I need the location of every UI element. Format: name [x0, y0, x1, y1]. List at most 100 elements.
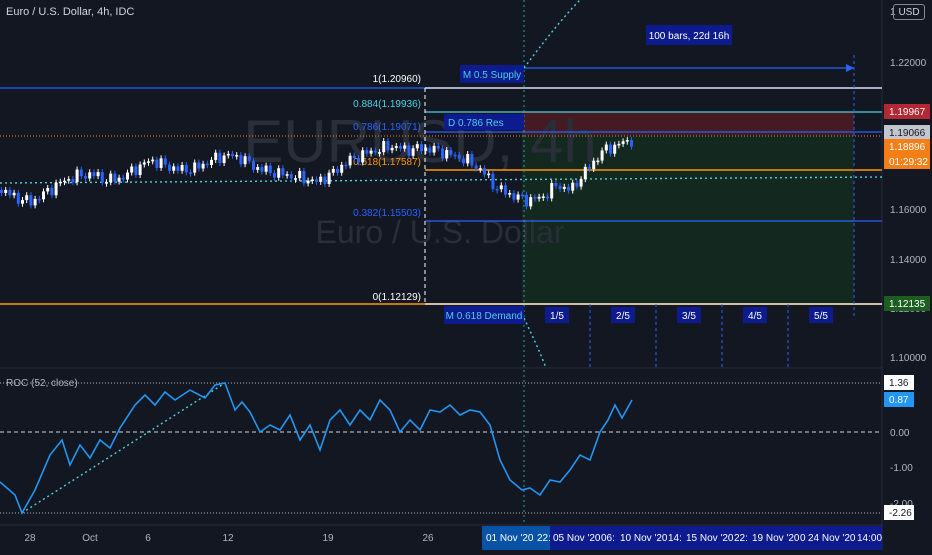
candle-body — [226, 153, 230, 156]
candle-body — [117, 177, 121, 182]
candle-body — [436, 145, 440, 149]
candle-body — [319, 176, 323, 182]
candle-body — [466, 153, 470, 164]
candle-body — [441, 148, 444, 159]
candle-body — [625, 140, 629, 142]
candle-body — [180, 165, 184, 171]
candle-body — [126, 172, 129, 180]
price-tick: 1.16000 — [890, 205, 927, 216]
candle-body — [79, 169, 83, 177]
roc-badge-label: 0.87 — [889, 395, 909, 406]
candle-body — [348, 155, 352, 166]
candle-body — [567, 186, 570, 191]
candle-body — [495, 189, 499, 191]
candle-body — [189, 172, 192, 174]
candle-body — [365, 150, 369, 154]
candle-body — [424, 147, 428, 152]
time-range-label: 15 Nov '20 — [686, 533, 734, 544]
price-badge-label: 1.12135 — [889, 299, 926, 310]
candle-body — [197, 162, 201, 169]
candle-body — [273, 173, 276, 178]
time-range-label: 01 Nov '20 — [486, 533, 534, 544]
candle-body — [29, 195, 33, 206]
candle-body — [12, 192, 16, 196]
candle-body — [390, 147, 394, 151]
candle-body — [474, 165, 478, 169]
time-range-label: 19 Nov '20 — [752, 533, 800, 544]
candle-body — [75, 169, 79, 183]
candle-body — [516, 194, 520, 200]
demand-label: M 0.618 Demand — [446, 311, 523, 322]
candle-body — [352, 155, 356, 158]
candle-body — [512, 192, 516, 200]
time-range-label: 22: — [537, 533, 551, 544]
roc-indicator-label[interactable]: ROC (52, close) — [6, 378, 78, 389]
candle-body — [609, 144, 612, 154]
candle-body — [222, 155, 226, 164]
candle-body — [588, 166, 591, 170]
candle-body — [84, 176, 87, 179]
candle-body — [554, 183, 558, 186]
candle-body — [617, 143, 621, 146]
candle-body — [239, 155, 243, 165]
candle-body — [159, 158, 163, 168]
price-chart-canvas[interactable]: EURUSD, 4h Euro / U.S. Dollar 100 bars, … — [0, 0, 932, 550]
time-tick: 19 — [322, 533, 334, 544]
candle-body — [558, 185, 562, 189]
candle-body — [344, 164, 348, 167]
candle-body — [327, 172, 331, 184]
candle-body — [247, 156, 251, 161]
supply-label: M 0.5 Supply — [463, 70, 521, 81]
fraction-label: 1/5 — [550, 311, 564, 322]
candle-body — [403, 145, 407, 149]
candle-body — [176, 166, 180, 171]
candle-body — [105, 182, 108, 184]
candle-body — [88, 172, 92, 179]
time-range-label: 14:00 — [857, 533, 882, 544]
candle-body — [478, 168, 482, 170]
candle-body — [382, 141, 386, 153]
candle-body — [537, 196, 541, 199]
price-badge-label: 1.19967 — [889, 107, 926, 118]
candle-body — [134, 166, 138, 175]
candle-body — [487, 173, 491, 176]
fib-label: 0.884(1.19936) — [353, 99, 421, 110]
time-tick: Oct — [82, 533, 98, 544]
range-box-label: 100 bars, 22d 16h — [649, 31, 730, 42]
fraction-label: 4/5 — [748, 311, 762, 322]
candle-body — [37, 198, 41, 201]
candle-body — [142, 162, 146, 165]
candle-body — [231, 153, 234, 156]
candle-body — [210, 159, 213, 165]
time-tick: 26 — [422, 533, 434, 544]
candle-body — [285, 174, 289, 176]
time-range-label: 06: — [601, 533, 615, 544]
candle-body — [172, 166, 176, 171]
candle-body — [138, 164, 142, 175]
candle-body — [420, 144, 423, 152]
candle-body — [323, 176, 327, 184]
candle-body — [504, 185, 507, 195]
candle-body — [331, 168, 335, 173]
candle-body — [46, 187, 50, 192]
candle-body — [54, 182, 58, 196]
candle-body — [306, 180, 310, 184]
price-tick: 1.22000 — [890, 58, 927, 69]
candle-body — [33, 198, 37, 206]
roc-badge-label: -2.26 — [889, 508, 912, 519]
candle-body — [369, 150, 373, 154]
candle-body — [541, 196, 545, 198]
candle-body — [96, 172, 100, 177]
candle-body — [499, 185, 503, 190]
candle-body — [315, 179, 318, 182]
candle-body — [71, 179, 75, 183]
candle-body — [386, 141, 390, 151]
chart-title[interactable]: Euro / U.S. Dollar, 4h, IDC — [6, 6, 134, 18]
currency-button[interactable]: USD — [893, 4, 925, 20]
time-range-label: 0 — [800, 533, 806, 544]
chart-window[interactable]: EURUSD, 4h Euro / U.S. Dollar 100 bars, … — [0, 0, 932, 550]
candle-body — [604, 144, 608, 151]
candle-body — [0, 190, 3, 193]
fraction-label: 3/5 — [682, 311, 696, 322]
fraction-label: 5/5 — [814, 311, 828, 322]
